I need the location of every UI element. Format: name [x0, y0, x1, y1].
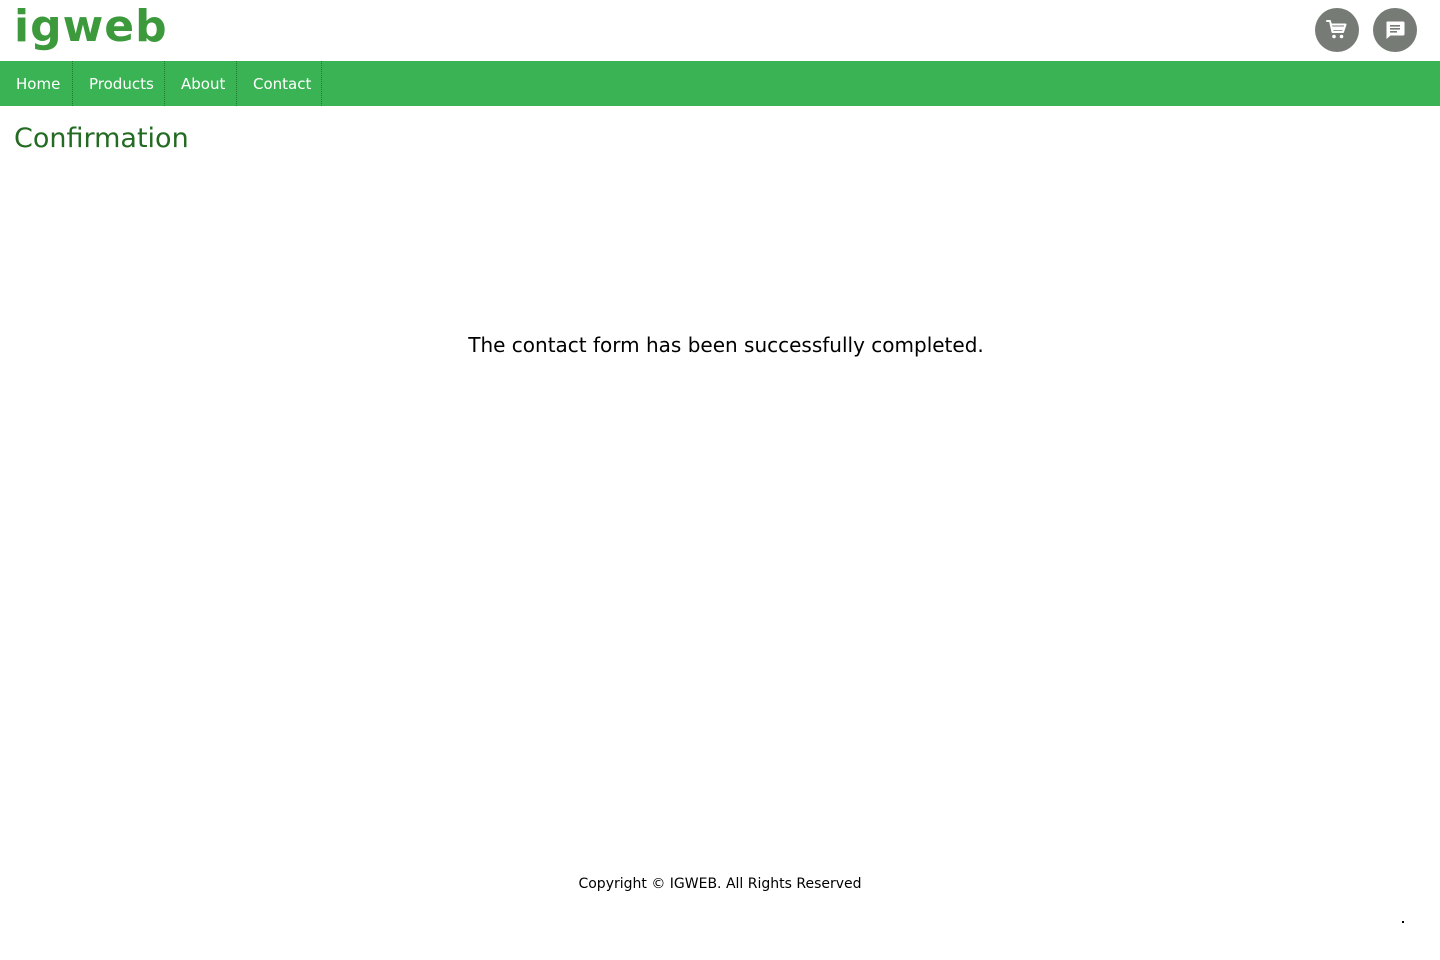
main-nav: Home Products About Contact — [0, 61, 1440, 106]
chat-icon — [1386, 21, 1405, 39]
page-title: Confirmation — [14, 123, 189, 154]
chat-button[interactable] — [1373, 8, 1417, 52]
stray-dot — [1402, 921, 1404, 923]
nav-item-home[interactable]: Home — [0, 61, 73, 106]
nav-item-contact[interactable]: Contact — [237, 61, 322, 106]
nav-item-products[interactable]: Products — [73, 61, 165, 106]
cart-icon — [1326, 20, 1347, 39]
confirmation-message: The contact form has been successfully c… — [468, 333, 984, 357]
header: igweb — [0, 0, 1440, 61]
page: igweb Home Products About Contact Confir… — [0, 0, 1440, 960]
footer-copyright: Copyright © IGWEB. All Rights Reserved — [578, 876, 862, 892]
site-logo[interactable]: igweb — [14, 0, 168, 54]
nav-item-about[interactable]: About — [165, 61, 237, 106]
cart-button[interactable] — [1315, 8, 1359, 52]
